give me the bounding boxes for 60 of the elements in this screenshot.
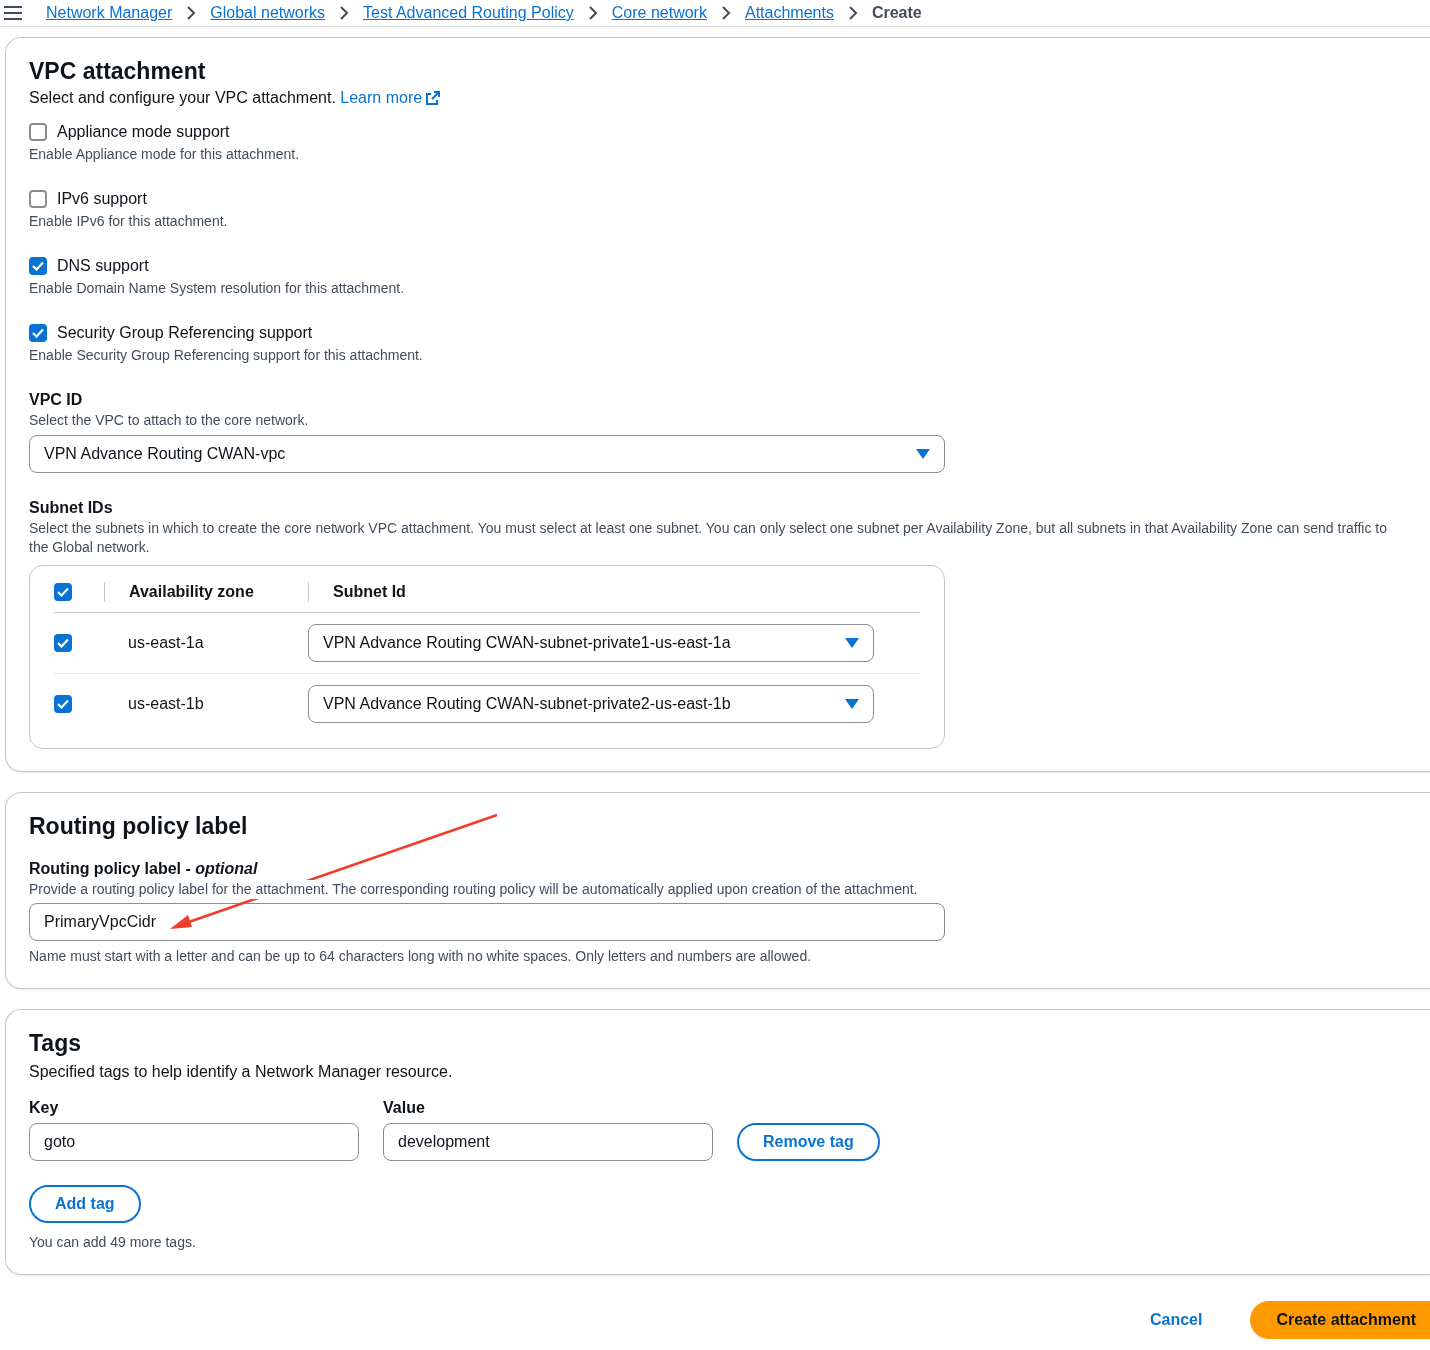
cancel-button[interactable]: Cancel: [1141, 1303, 1211, 1337]
chevron-icon: [720, 6, 731, 20]
breadcrumb-link[interactable]: Attachments: [744, 4, 834, 22]
caret-icon: [845, 638, 859, 648]
row-checkbox[interactable]: [54, 695, 72, 713]
option-description: Enable IPv6 for this attachment.: [29, 212, 229, 231]
subnet-select[interactable]: VPN Advance Routing CWAN-subnet-private2-us-east-1b: [308, 685, 874, 723]
checkbox[interactable]: [29, 324, 47, 342]
checkbox-label: IPv6 support: [57, 190, 147, 208]
option-description: Enable Appliance mode for this attachment.: [29, 145, 301, 164]
section-title: VPC attachment: [29, 58, 207, 85]
section-title: Routing policy label: [29, 813, 249, 840]
select-all-checkbox[interactable]: [54, 583, 72, 601]
chevron-icon: [186, 6, 197, 20]
section-description: Specified tags to help identify a Network Manager resource.: [29, 1063, 454, 1081]
field-label: Value: [383, 1099, 426, 1117]
field-constraint: Name must start with a letter and can be up to 64 characters long with no white spaces. Only letters and numbers are allowed.: [29, 947, 813, 966]
checkbox[interactable]: [29, 190, 47, 208]
table-cell-text: us-east-1a: [127, 634, 205, 652]
subnet-select[interactable]: VPN Advance Routing CWAN-subnet-private1-us-east-1a: [308, 624, 874, 662]
field-label: VPC ID: [29, 391, 84, 409]
learn-more-link[interactable]: Learn more: [340, 89, 441, 107]
key-input[interactable]: goto: [29, 1123, 359, 1161]
add-tag-button[interactable]: Add tag: [29, 1185, 141, 1223]
table-cell-text: us-east-1b: [127, 695, 205, 713]
field-description: Select the subnets in which to create the core network VPC attachment. You must select at least one subnet. You can only select one subnet per Availability Zone, but all subnets in that Availability Zone can send traffic to the Global network.: [29, 519, 1389, 557]
option-description: Enable Domain Name System resolution for this attachment.: [29, 279, 406, 298]
breadcrumb-link[interactable]: Test Advanced Routing Policy: [363, 4, 574, 22]
vpc-select[interactable]: VPN Advance Routing CWAN-vpc: [29, 435, 945, 473]
field-label: Key: [29, 1099, 60, 1117]
column-header: Subnet Id: [308, 582, 920, 602]
field-label: Routing policy label - optional: [29, 860, 259, 878]
checkbox[interactable]: [29, 257, 47, 275]
external-link-icon: [426, 91, 441, 105]
field-description: Provide a routing policy label for the attachment. The corresponding routing policy will be automatically applied upon creation of the attachment.: [29, 880, 918, 899]
remove-tag-button[interactable]: Remove tag: [737, 1123, 880, 1161]
value-input[interactable]: development: [383, 1123, 713, 1161]
section-title: Tags: [29, 1030, 82, 1057]
option-description: Enable Security Group Referencing support for this attachment.: [29, 346, 424, 365]
breadcrumb-link[interactable]: Core network: [611, 4, 707, 22]
routing-policy-input[interactable]: PrimaryVpcCidr: [29, 903, 945, 941]
column-header: Availability zone: [104, 582, 308, 602]
caret-icon: [845, 699, 859, 709]
field-description: Select the VPC to attach to the core network.: [29, 411, 310, 430]
checkbox-label: Appliance mode support: [57, 123, 230, 141]
menu-icon[interactable]: [4, 6, 22, 20]
chevron-icon: [847, 6, 858, 20]
section-description: Select and configure your VPC attachment.: [29, 89, 336, 106]
create-attachment-button[interactable]: Create attachment: [1250, 1301, 1430, 1339]
checkbox-label: DNS support: [57, 257, 149, 275]
checkbox[interactable]: [29, 123, 47, 141]
chevron-icon: [587, 6, 598, 20]
row-checkbox[interactable]: [54, 634, 72, 652]
breadcrumb-link[interactable]: Network Manager: [46, 4, 173, 22]
chevron-icon: [339, 6, 349, 20]
caret-icon: [916, 449, 930, 459]
tags-hint: You can add 49 more tags.: [29, 1233, 197, 1252]
field-label: Subnet IDs: [29, 499, 114, 517]
checkbox-label: Security Group Referencing support: [57, 324, 313, 342]
breadcrumb-link[interactable]: Global networks: [210, 4, 325, 22]
